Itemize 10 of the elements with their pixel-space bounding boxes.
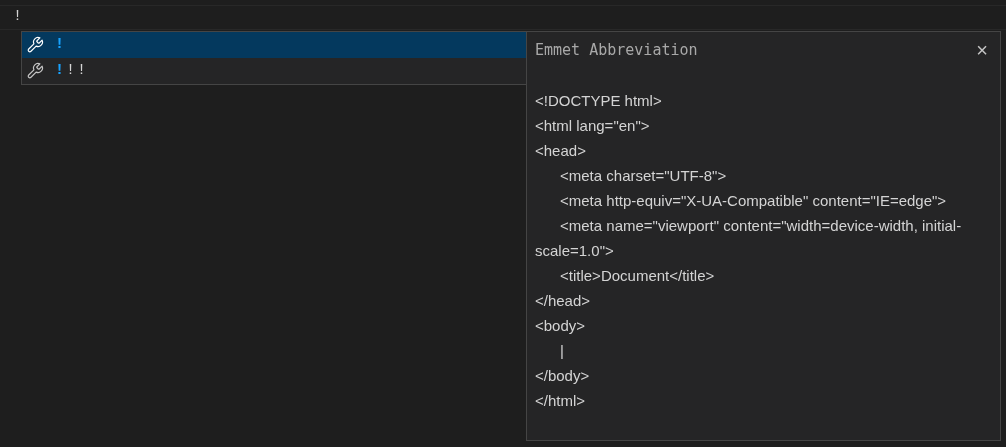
details-title: Emmet Abbreviation: [535, 39, 698, 61]
code-snippet: <!DOCTYPE html> <html lang="en"> <head> <meta charset="UTF-8"> <meta http-equiv="X-UA-Compatible" content="IE=edge"> <meta name="viewport" content="width=device-width, initial-scale=1.0"> <title>Document</title> </head> <body> | </body> </html>: [535, 91, 963, 411]
suggestion-item[interactable]: !!!: [22, 58, 526, 84]
suggestion-label: !: [55, 34, 66, 55]
suggestion-item[interactable]: !: [22, 32, 526, 58]
close-button[interactable]: ×: [974, 40, 990, 60]
suggestion-label: !!!: [55, 60, 89, 81]
wrench-icon: [26, 36, 44, 54]
wrench-icon: [26, 62, 44, 80]
editor-line-text: !: [13, 7, 22, 28]
